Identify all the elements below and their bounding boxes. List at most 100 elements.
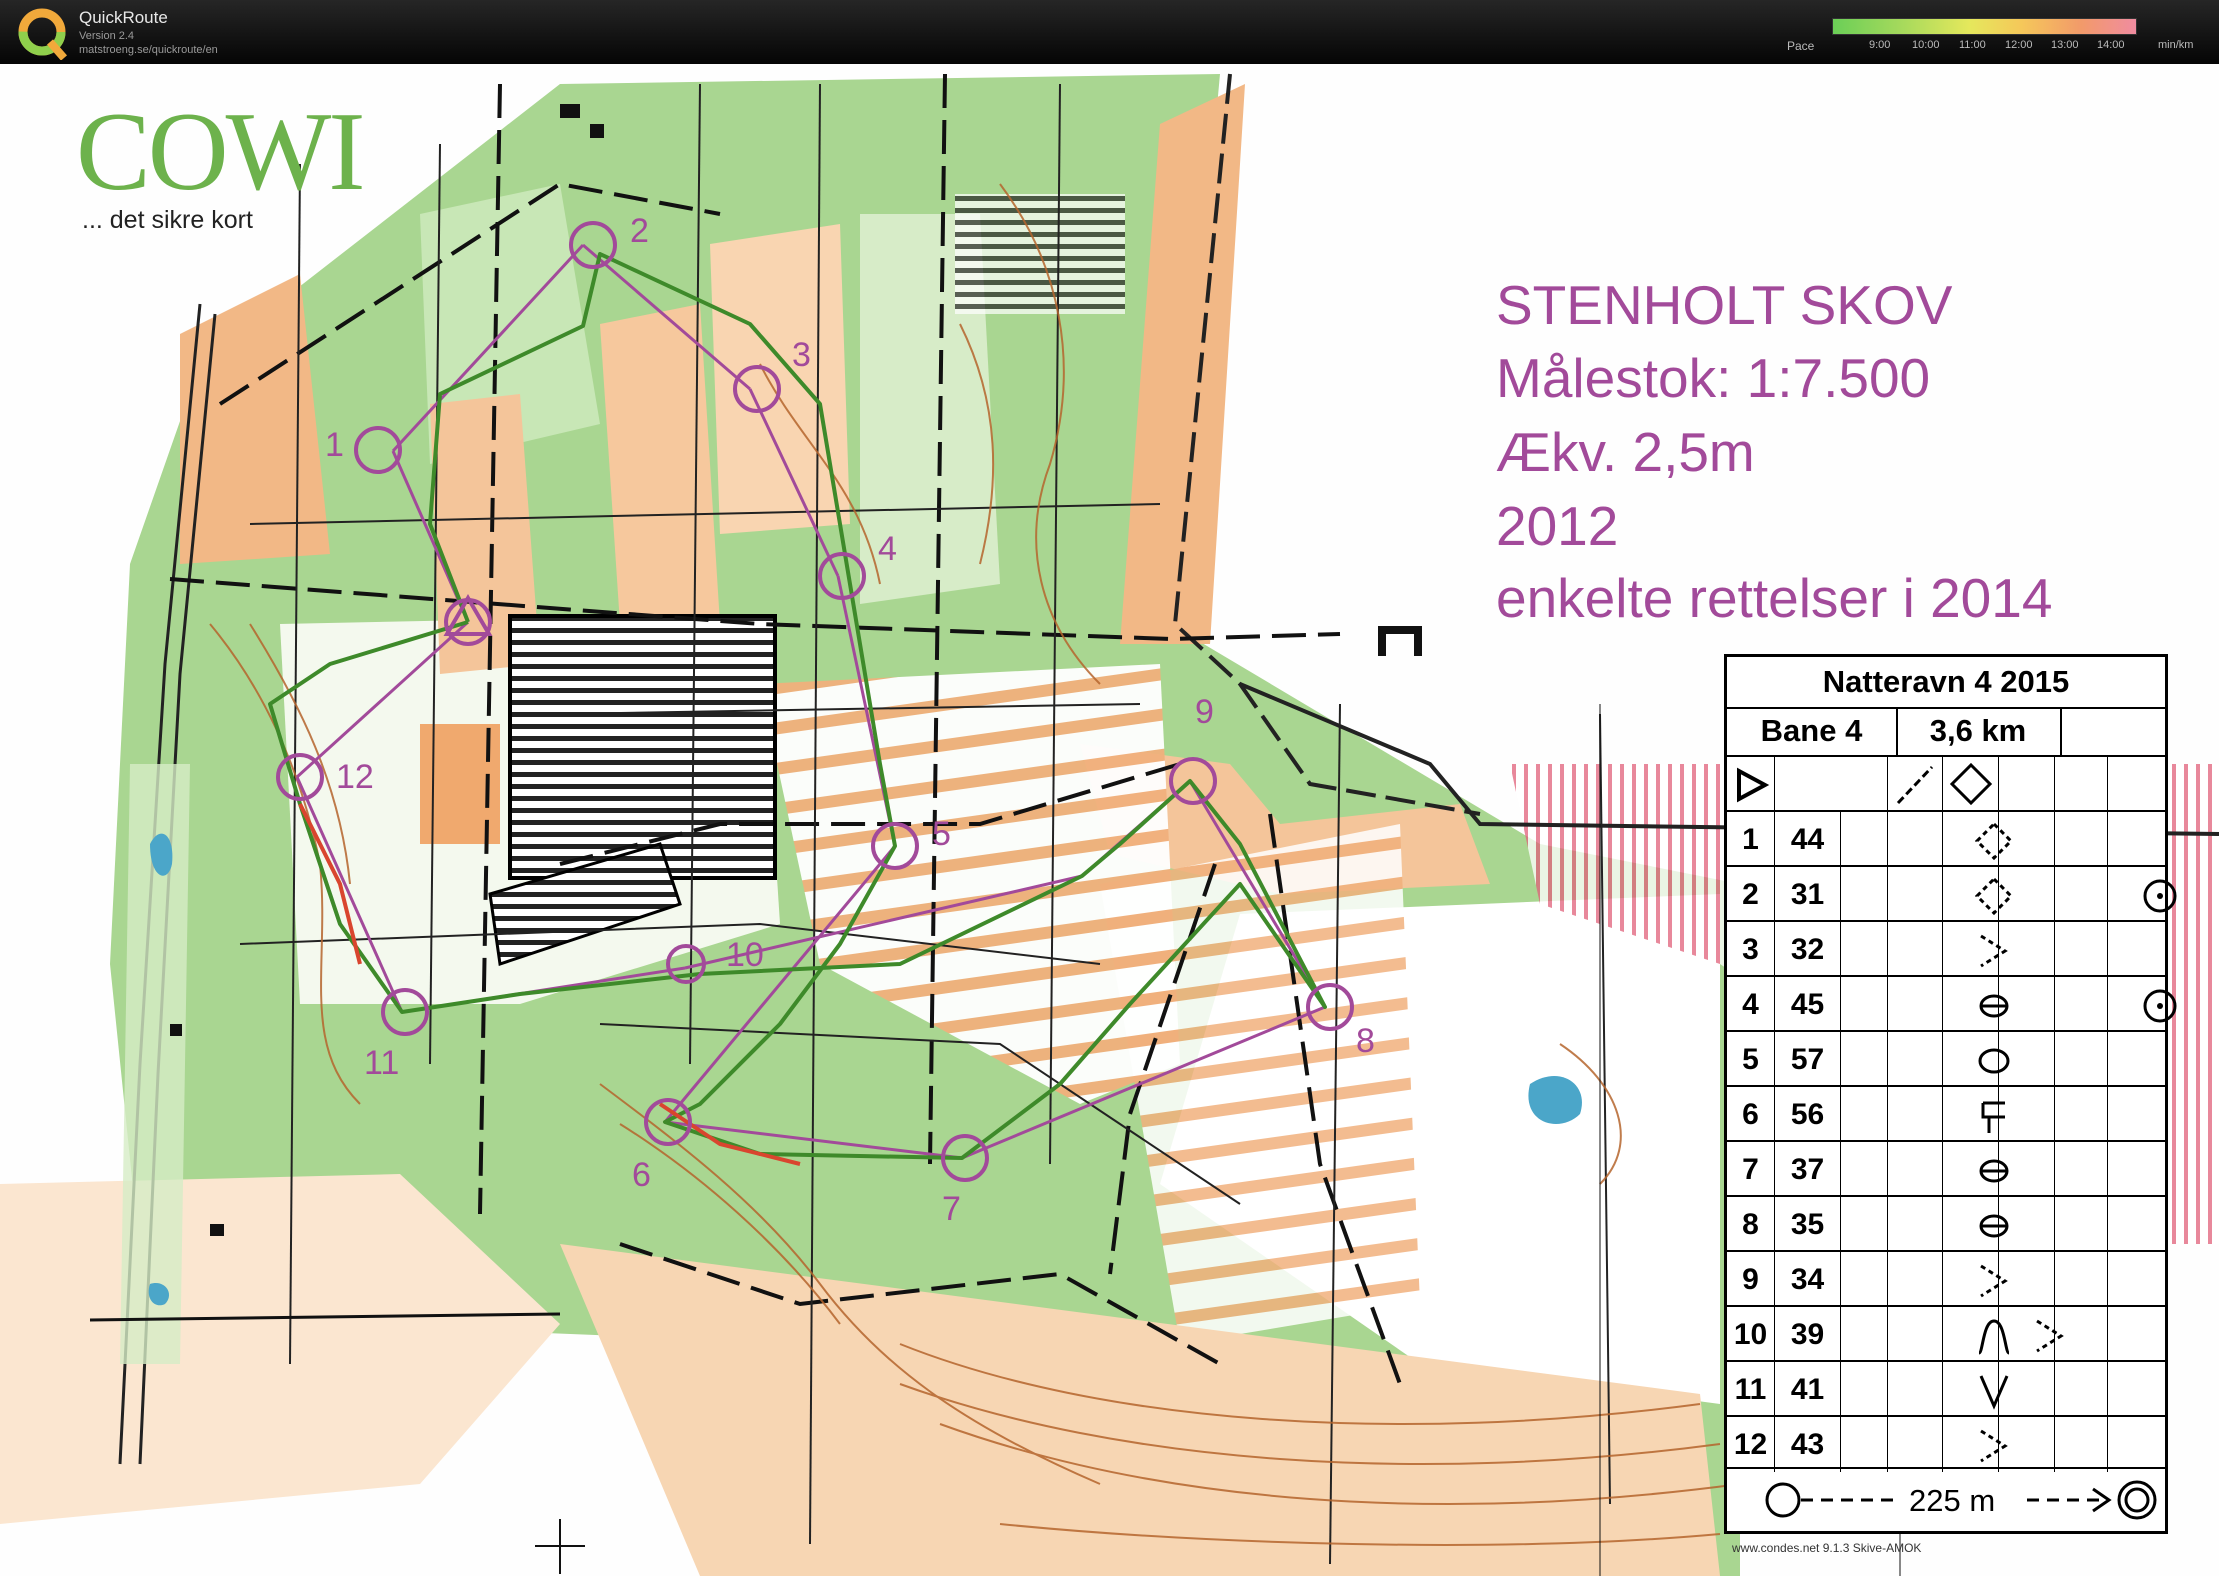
cell [2108,1252,2165,1307]
control-number: 10 [726,936,764,974]
control-seq: 2 [1727,867,1775,922]
cell [1888,922,1943,977]
control-code: 35 [1775,1197,1841,1252]
cell [1841,1032,1888,1087]
control-seq: 3 [1727,922,1775,977]
feature-cell [1943,1197,2008,1252]
cell [2108,1032,2165,1087]
cell [2108,812,2165,867]
control-row: 10 39 [1727,1305,2165,1362]
cell [2108,1197,2165,1252]
finish-distance: 225 m [1907,1483,1998,1519]
pace-unit: min/km [2158,39,2194,51]
cell [2055,1252,2108,1307]
control-row: 9 34 [1727,1250,2165,1307]
tree-icon [2143,989,2176,1023]
cell [1999,1087,2055,1142]
open-land [710,224,850,534]
control-code: 56 [1775,1087,1841,1142]
control-code: 41 [1775,1362,1841,1417]
striped-area [508,614,777,880]
cell [1888,1142,1943,1197]
cell [1888,1252,1943,1307]
control-seq: 6 [1727,1087,1775,1142]
cell [2055,1032,2108,1087]
cell [2108,1362,2165,1417]
control-seq: 7 [1727,1142,1775,1197]
cell [1841,922,1888,977]
cell [1888,1087,1943,1142]
control-seq: 11 [1727,1362,1775,1417]
control-row: 5 57 [1727,1030,2165,1087]
tree-icon [2143,879,2176,913]
cell [1999,867,2055,922]
control-row: 8 35 [1727,1195,2165,1252]
control-seq: 10 [1727,1307,1775,1362]
map-scale: Målestok: 1:7.500 [1496,347,1931,409]
cell [1888,1307,1943,1362]
map-contour-interval: Ækv. 2,5m [1496,421,1755,483]
cell [1999,922,2055,977]
imprint: www.condes.net 9.1.3 Skive-AMOK [1732,1541,1922,1555]
app-url: matstroeng.se/quickroute/en [79,44,218,56]
app-title-bar: QuickRoute Version 2.4 matstroeng.se/qui… [0,0,2219,64]
control-row: 3 32 [1727,920,2165,977]
cell [1888,1417,1943,1472]
cell [1841,1362,1888,1417]
cell [1888,812,1943,867]
control-number: 7 [942,1190,961,1228]
control-code: 57 [1775,1032,1841,1087]
feature-cell [1943,1362,2008,1417]
control-code: 31 [1775,867,1841,922]
control-row: 11 41 [1727,1360,2165,1417]
feature-cell [1943,977,2008,1032]
cell [2108,1307,2165,1362]
cell [2055,977,2108,1032]
cell [2055,1142,2108,1197]
control-number: 1 [325,426,344,464]
pace-label: Pace [1787,39,1815,53]
cell [1841,1307,1888,1362]
cell [1999,1417,2055,1472]
feature-cell [1943,1142,2008,1197]
start-symbol [1727,757,1775,812]
control-seq: 8 [1727,1197,1775,1252]
cell [1841,1197,1888,1252]
cell [1999,1252,2055,1307]
cell [1999,1032,2055,1087]
course-name: Bane 4 [1727,707,1898,755]
control-row: 1 44 [1727,810,2165,867]
control-number: 4 [878,530,897,568]
map-title: STENHOLT SKOV [1496,274,1953,336]
cell [2055,1197,2108,1252]
cell [2055,812,2108,867]
cell [2108,1142,2165,1197]
feature-cell [1943,1087,2005,1142]
cell [1841,1252,1888,1307]
app-version: Version 2.4 [79,30,135,42]
course-length: 3,6 km [1896,707,2062,755]
cell [2108,1087,2165,1142]
control-code: 37 [1775,1142,1841,1197]
control-row: 12 43 [1727,1415,2165,1472]
cell [1888,867,1943,922]
cell [2055,867,2108,922]
cell [1888,1197,1943,1252]
event-title: Natteravn 4 2015 [1727,657,2165,709]
control-number: 9 [1195,693,1214,731]
feature-cell [1943,812,2013,867]
control-seq: 9 [1727,1252,1775,1307]
pace-tick: 12:00 [2005,39,2033,51]
quickroute-logo-icon [18,8,68,60]
pace-tick: 10:00 [1912,39,1940,51]
cell [1999,812,2055,867]
feature-cell [1943,867,2013,922]
control-code: 45 [1775,977,1841,1032]
control-code: 32 [1775,922,1841,977]
control-code: 34 [1775,1252,1841,1307]
control-description-sheet: Natteravn 4 2015 Bane 4 3,6 km 1 44 2 31 3 32… [1724,654,2176,1534]
publisher-logo: COWI [76,90,366,214]
control-row: 2 31 [1727,865,2176,922]
feature-cell [1943,1032,2009,1087]
control-seq: 12 [1727,1417,1775,1472]
